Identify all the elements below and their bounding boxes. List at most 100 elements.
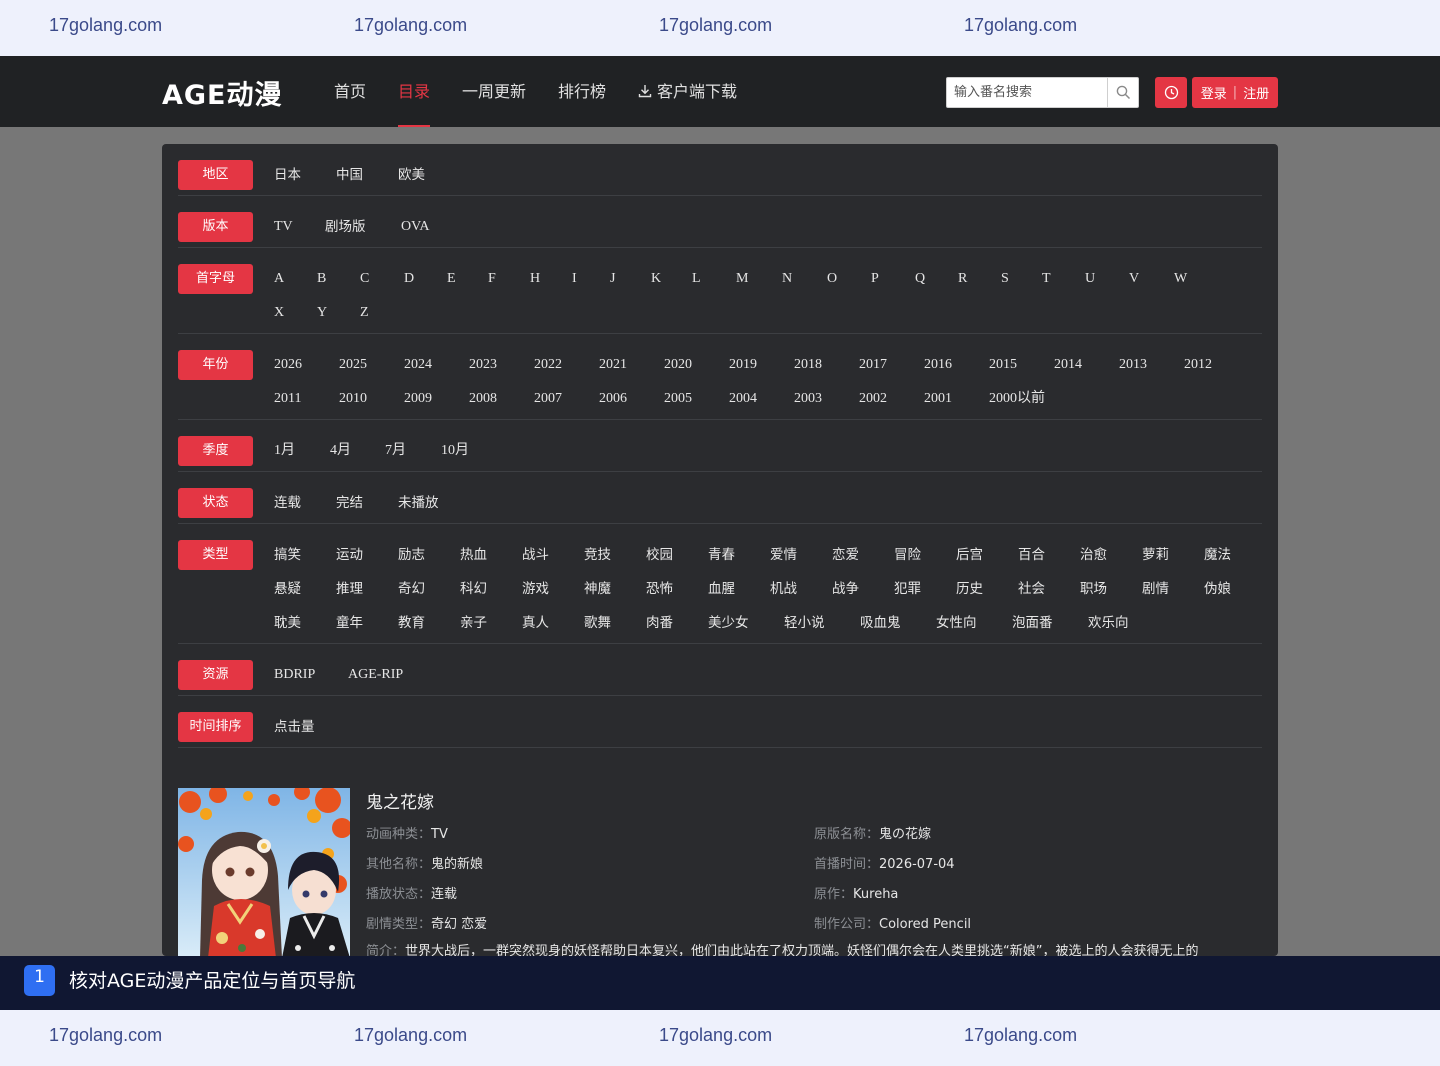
history-button[interactable] <box>1155 77 1187 108</box>
register-link[interactable]: 注册 <box>1243 83 1269 102</box>
filter-option[interactable]: T <box>1042 269 1051 289</box>
filter-option[interactable]: 日本 <box>274 165 301 185</box>
filter-option[interactable]: 悬疑 <box>274 579 301 599</box>
filter-option[interactable]: 机战 <box>770 579 797 599</box>
filter-option[interactable]: 歌舞 <box>584 613 611 633</box>
filter-option[interactable]: 未播放 <box>398 493 439 513</box>
filter-option[interactable]: 冒险 <box>894 545 921 565</box>
nav-weekly-update[interactable]: 一周更新 <box>462 56 526 127</box>
filter-option[interactable]: K <box>651 269 661 289</box>
filter-option[interactable]: R <box>958 269 967 289</box>
filter-option[interactable]: 亲子 <box>460 613 487 633</box>
filter-option[interactable]: 肉番 <box>646 613 673 633</box>
filter-option[interactable]: 女性向 <box>936 613 977 633</box>
filter-option[interactable]: 2011 <box>274 389 301 409</box>
filter-option[interactable]: 欢乐向 <box>1088 613 1129 633</box>
filter-option[interactable]: BDRIP <box>274 665 315 685</box>
filter-option[interactable]: 2001 <box>924 389 952 409</box>
filter-option[interactable]: OVA <box>401 217 430 237</box>
filter-option[interactable]: 2019 <box>729 355 757 375</box>
filter-option[interactable]: 中国 <box>336 165 363 185</box>
filter-option[interactable]: 神魔 <box>584 579 611 599</box>
filter-option[interactable]: 伪娘 <box>1204 579 1231 599</box>
filter-option[interactable]: D <box>404 269 414 289</box>
nav-home[interactable]: 首页 <box>334 56 366 127</box>
filter-option[interactable]: 恋爱 <box>832 545 859 565</box>
filter-option[interactable]: 1月 <box>274 441 295 461</box>
filter-option[interactable]: 2018 <box>794 355 822 375</box>
filter-option[interactable]: AGE-RIP <box>348 665 403 685</box>
filter-option[interactable]: U <box>1085 269 1095 289</box>
filter-option[interactable]: 2014 <box>1054 355 1082 375</box>
filter-option[interactable]: 犯罪 <box>894 579 921 599</box>
filter-option[interactable]: 搞笑 <box>274 545 301 565</box>
filter-option[interactable]: 2021 <box>599 355 627 375</box>
filter-option[interactable]: J <box>610 269 615 289</box>
filter-option[interactable]: 2016 <box>924 355 952 375</box>
filter-option[interactable]: V <box>1129 269 1139 289</box>
filter-option[interactable]: 职场 <box>1080 579 1107 599</box>
filter-option[interactable]: 2006 <box>599 389 627 409</box>
filter-option[interactable]: 泡面番 <box>1012 613 1053 633</box>
filter-option[interactable]: 连载 <box>274 493 301 513</box>
filter-option[interactable]: 2023 <box>469 355 497 375</box>
filter-option[interactable]: 2020 <box>664 355 692 375</box>
filter-option[interactable]: 战争 <box>832 579 859 599</box>
filter-option[interactable]: C <box>360 269 369 289</box>
login-link[interactable]: 登录 <box>1201 83 1227 102</box>
filter-option[interactable]: 美少女 <box>708 613 749 633</box>
filter-option[interactable]: L <box>692 269 701 289</box>
filter-option[interactable]: O <box>827 269 837 289</box>
filter-option[interactable]: 治愈 <box>1080 545 1107 565</box>
login-register-button[interactable]: 登录 | 注册 <box>1192 77 1278 108</box>
filter-option[interactable]: 2017 <box>859 355 887 375</box>
filter-option[interactable]: 游戏 <box>522 579 549 599</box>
filter-option[interactable]: 青春 <box>708 545 735 565</box>
filter-option[interactable]: 校园 <box>646 545 673 565</box>
filter-option[interactable]: 2024 <box>404 355 432 375</box>
filter-option[interactable]: 战斗 <box>522 545 549 565</box>
filter-option[interactable]: 教育 <box>398 613 425 633</box>
filter-option[interactable]: 血腥 <box>708 579 735 599</box>
filter-option[interactable]: 2002 <box>859 389 887 409</box>
filter-option[interactable]: 2013 <box>1119 355 1147 375</box>
filter-option[interactable]: 魔法 <box>1204 545 1231 565</box>
filter-option[interactable]: Q <box>915 269 925 289</box>
filter-option[interactable]: 10月 <box>441 441 469 461</box>
nav-ranking[interactable]: 排行榜 <box>558 56 606 127</box>
filter-option[interactable]: S <box>1001 269 1009 289</box>
filter-option[interactable]: TV <box>274 217 293 237</box>
filter-option[interactable]: B <box>317 269 326 289</box>
filter-option[interactable]: 运动 <box>336 545 363 565</box>
filter-option[interactable]: 励志 <box>398 545 425 565</box>
filter-option[interactable]: 历史 <box>956 579 983 599</box>
filter-option[interactable]: W <box>1174 269 1187 289</box>
filter-option[interactable]: 2008 <box>469 389 497 409</box>
filter-option[interactable]: 奇幻 <box>398 579 425 599</box>
filter-option[interactable]: 2010 <box>339 389 367 409</box>
filter-option[interactable]: 2025 <box>339 355 367 375</box>
filter-option[interactable]: 2004 <box>729 389 757 409</box>
filter-option[interactable]: 推理 <box>336 579 363 599</box>
filter-option[interactable]: Y <box>317 303 327 323</box>
filter-option[interactable]: F <box>488 269 496 289</box>
search-input[interactable] <box>946 77 1108 108</box>
filter-option[interactable]: 4月 <box>330 441 351 461</box>
filter-option[interactable]: H <box>530 269 540 289</box>
filter-option[interactable]: 2003 <box>794 389 822 409</box>
nav-client-download[interactable]: 客户端下载 <box>638 56 737 127</box>
filter-option[interactable]: 萝莉 <box>1142 545 1169 565</box>
filter-option[interactable]: P <box>871 269 879 289</box>
filter-option[interactable]: 后宫 <box>956 545 983 565</box>
filter-option[interactable]: 恐怖 <box>646 579 673 599</box>
filter-option[interactable]: Z <box>360 303 369 323</box>
filter-option[interactable]: 欧美 <box>398 165 425 185</box>
filter-option[interactable]: 2000以前 <box>989 389 1045 409</box>
filter-option[interactable]: 科幻 <box>460 579 487 599</box>
filter-option[interactable]: X <box>274 303 284 323</box>
filter-option[interactable]: 竞技 <box>584 545 611 565</box>
filter-option[interactable]: 轻小说 <box>784 613 825 633</box>
filter-option[interactable]: 2005 <box>664 389 692 409</box>
filter-option[interactable]: 爱情 <box>770 545 797 565</box>
filter-option[interactable]: E <box>447 269 456 289</box>
